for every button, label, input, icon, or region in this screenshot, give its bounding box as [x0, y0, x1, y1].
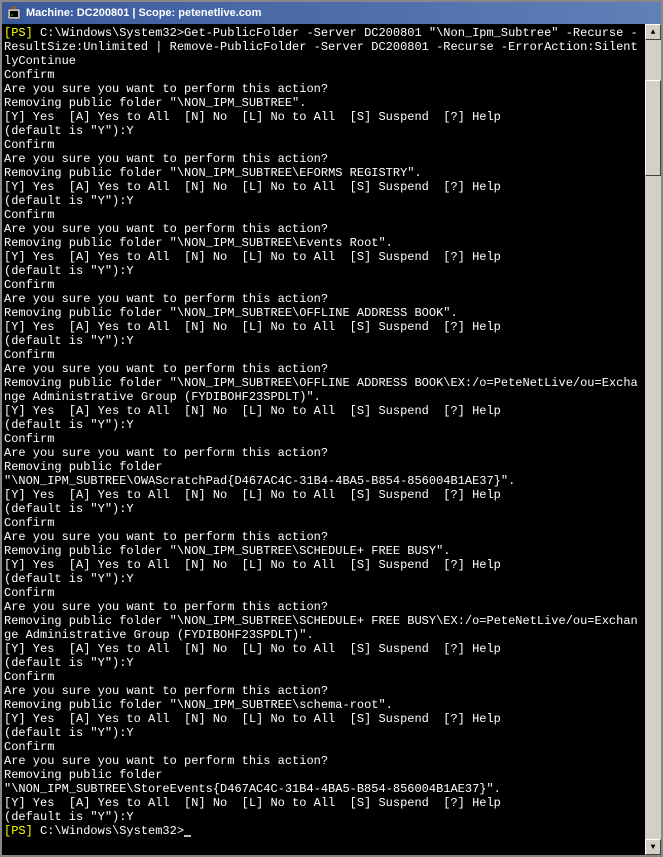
terminal-area: [PS] C:\Windows\System32>Get-PublicFolde… — [2, 24, 661, 855]
confirm-options: [Y] Yes [A] Yes to All [N] No [L] No to … — [4, 404, 501, 418]
confirm-heading: Confirm — [4, 68, 54, 82]
removing-folder: "\NON_IPM_SUBTREE\EFORMS REGISTRY". — [170, 166, 422, 180]
removing-folder: "\NON_IPM_SUBTREE\SCHEDULE+ FREE BUSY". — [170, 544, 451, 558]
removing-prefix: Removing public folder — [4, 166, 170, 180]
confirm-heading: Confirm — [4, 670, 54, 684]
confirm-default: (default is "Y"):Y — [4, 124, 134, 138]
confirm-heading: Confirm — [4, 138, 54, 152]
confirm-default: (default is "Y"):Y — [4, 656, 134, 670]
scroll-down-button[interactable]: ▼ — [645, 839, 661, 855]
cursor — [184, 835, 191, 837]
confirm-heading: Confirm — [4, 348, 54, 362]
removing-prefix: Removing public folder — [4, 614, 170, 628]
removing-folder: "\NON_IPM_SUBTREE". — [170, 96, 307, 110]
confirm-heading: Confirm — [4, 740, 54, 754]
confirm-options: [Y] Yes [A] Yes to All [N] No [L] No to … — [4, 488, 501, 502]
ps-prompt-label: [PS] — [4, 824, 33, 838]
ps-prompt-label: [PS] — [4, 26, 33, 40]
removing-folder: "\NON_IPM_SUBTREE\schema-root". — [170, 698, 393, 712]
confirm-question: Are you sure you want to perform this ac… — [4, 754, 328, 768]
confirm-question: Are you sure you want to perform this ac… — [4, 684, 328, 698]
confirm-options: [Y] Yes [A] Yes to All [N] No [L] No to … — [4, 110, 501, 124]
title-bar[interactable]: Machine: DC200801 | Scope: petenetlive.c… — [2, 2, 661, 24]
confirm-default: (default is "Y"):Y — [4, 334, 134, 348]
removing-prefix: Removing public folder — [4, 698, 170, 712]
terminal-output[interactable]: [PS] C:\Windows\System32>Get-PublicFolde… — [2, 24, 645, 855]
confirm-options: [Y] Yes [A] Yes to All [N] No [L] No to … — [4, 558, 501, 572]
confirm-options: [Y] Yes [A] Yes to All [N] No [L] No to … — [4, 250, 501, 264]
scroll-thumb[interactable] — [645, 80, 661, 176]
removing-prefix: Removing public folder — [4, 306, 170, 320]
removing-prefix: Removing public folder — [4, 544, 170, 558]
confirm-default: (default is "Y"):Y — [4, 194, 134, 208]
confirm-default: (default is "Y"):Y — [4, 726, 134, 740]
app-icon — [6, 5, 22, 21]
removing-prefix: Removing public folder — [4, 236, 170, 250]
removing-folder: "\NON_IPM_SUBTREE\OFFLINE ADDRESS BOOK". — [170, 306, 458, 320]
confirm-options: [Y] Yes [A] Yes to All [N] No [L] No to … — [4, 642, 501, 656]
confirm-default: (default is "Y"):Y — [4, 810, 134, 824]
confirm-question: Are you sure you want to perform this ac… — [4, 222, 328, 236]
removing-prefix: Removing public folder — [4, 460, 170, 474]
ps-prompt-path: C:\Windows\System32> — [33, 26, 184, 40]
confirm-default: (default is "Y"):Y — [4, 502, 134, 516]
confirm-heading: Confirm — [4, 208, 54, 222]
removing-folder: "\NON_IPM_SUBTREE\OWAScratchPad{D467AC4C… — [4, 474, 515, 488]
scrollbar[interactable]: ▲ ▼ — [645, 24, 661, 855]
confirm-question: Are you sure you want to perform this ac… — [4, 446, 328, 460]
removing-prefix: Removing public folder — [4, 768, 170, 782]
confirm-options: [Y] Yes [A] Yes to All [N] No [L] No to … — [4, 180, 501, 194]
confirm-heading: Confirm — [4, 278, 54, 292]
confirm-default: (default is "Y"):Y — [4, 572, 134, 586]
console-window: Machine: DC200801 | Scope: petenetlive.c… — [0, 0, 663, 857]
confirm-heading: Confirm — [4, 516, 54, 530]
confirm-options: [Y] Yes [A] Yes to All [N] No [L] No to … — [4, 796, 501, 810]
confirm-question: Are you sure you want to perform this ac… — [4, 530, 328, 544]
confirm-options: [Y] Yes [A] Yes to All [N] No [L] No to … — [4, 712, 501, 726]
confirm-question: Are you sure you want to perform this ac… — [4, 152, 328, 166]
scroll-up-button[interactable]: ▲ — [645, 24, 661, 40]
confirm-question: Are you sure you want to perform this ac… — [4, 600, 328, 614]
confirm-question: Are you sure you want to perform this ac… — [4, 292, 328, 306]
ps-prompt-path: C:\Windows\System32> — [33, 824, 184, 838]
removing-prefix: Removing public folder — [4, 96, 170, 110]
confirm-question: Are you sure you want to perform this ac… — [4, 82, 328, 96]
window-title: Machine: DC200801 | Scope: petenetlive.c… — [26, 7, 261, 19]
removing-folder: "\NON_IPM_SUBTREE\StoreEvents{D467AC4C-3… — [4, 782, 501, 796]
removing-folder: "\NON_IPM_SUBTREE\Events Root". — [170, 236, 393, 250]
confirm-heading: Confirm — [4, 586, 54, 600]
confirm-heading: Confirm — [4, 432, 54, 446]
confirm-default: (default is "Y"):Y — [4, 264, 134, 278]
confirm-default: (default is "Y"):Y — [4, 418, 134, 432]
scroll-track[interactable] — [645, 40, 661, 839]
confirm-options: [Y] Yes [A] Yes to All [N] No [L] No to … — [4, 320, 501, 334]
removing-prefix: Removing public folder — [4, 376, 170, 390]
confirm-question: Are you sure you want to perform this ac… — [4, 362, 328, 376]
